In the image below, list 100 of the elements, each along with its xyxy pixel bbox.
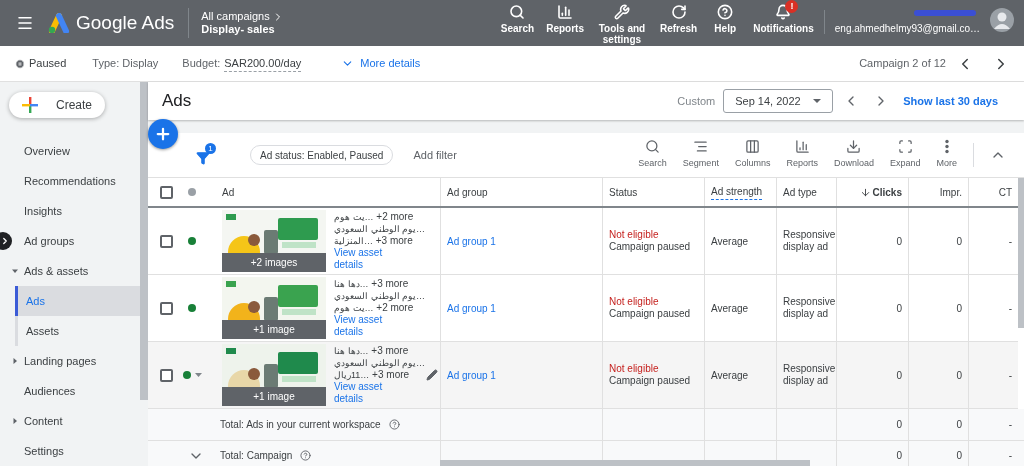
filter-icon[interactable] — [196, 151, 210, 165]
breadcrumb-link[interactable]: All campaigns — [201, 10, 270, 23]
vertical-scrollbar[interactable] — [1018, 178, 1024, 328]
table-cell-text: - — [1008, 368, 1012, 383]
table-cell-text: - — [1008, 301, 1012, 316]
chart-icon — [557, 4, 574, 20]
status-reason: Campaign paused — [609, 241, 692, 253]
columns-icon — [745, 139, 761, 155]
column-header[interactable]: Ad group — [447, 184, 488, 200]
status-text: Not eligible — [609, 296, 660, 308]
refresh-icon — [670, 4, 687, 20]
more-icon — [944, 139, 949, 155]
status-text: Not eligible — [609, 229, 660, 241]
date-dropdown[interactable]: Sep 14, 2022 — [723, 89, 834, 113]
table-cell-text: 0 — [956, 301, 962, 316]
column-header[interactable]: CT — [998, 184, 1012, 200]
sidebar-item[interactable]: Settings — [13, 436, 140, 466]
ad-group-link[interactable]: Ad group 1 — [447, 300, 496, 316]
nav-button[interactable]: Search — [494, 4, 541, 34]
table-cell-text: Average — [711, 301, 749, 316]
more-details-button[interactable]: More details — [341, 55, 421, 72]
checkbox[interactable] — [159, 234, 173, 248]
nav-button[interactable]: Help — [703, 4, 748, 34]
status-reason: Campaign paused — [609, 375, 692, 387]
toolbar-button[interactable]: Expand — [881, 139, 929, 171]
campaign-status: Paused — [29, 56, 67, 72]
column-header[interactable]: Status — [609, 184, 638, 200]
add-filter-button[interactable]: Add filter — [413, 146, 457, 164]
sidebar-item[interactable]: Audiences — [13, 376, 140, 406]
view-asset-link[interactable]: View asset details — [334, 247, 390, 271]
sort-arrow-icon — [859, 186, 871, 198]
sidebar-item[interactable]: Ad groups — [13, 226, 140, 256]
sidebar-item[interactable]: Landing pages — [13, 346, 140, 376]
search-icon — [509, 4, 526, 20]
table-cell-text: 0 — [896, 234, 902, 249]
help-icon[interactable] — [388, 419, 400, 430]
create-button[interactable]: Create — [9, 92, 105, 118]
sidebar-item[interactable]: Insights — [13, 196, 140, 226]
campaign-pager: Campaign 2 of 12 — [859, 56, 946, 72]
view-asset-link[interactable]: View asset details — [334, 314, 390, 338]
nav-button[interactable]: Reports — [540, 4, 590, 34]
menu-icon[interactable] — [16, 14, 34, 32]
budget-label: Budget: — [182, 56, 221, 72]
caret-icon — [813, 99, 822, 103]
ad-group-link[interactable]: Ad group 1 — [447, 367, 496, 383]
checkbox[interactable] — [159, 185, 173, 199]
show-last-link[interactable]: Show last 30 days — [903, 92, 998, 110]
status-reason: Campaign paused — [609, 308, 692, 320]
toolbar-button[interactable]: Reports — [778, 139, 826, 171]
table-cell: Responsive display ad — [783, 296, 836, 320]
avatar[interactable] — [990, 8, 1014, 32]
table-cell: Responsive display ad — [783, 229, 836, 253]
toolbar-button[interactable]: More — [928, 139, 965, 171]
sidebar-item[interactable]: Content — [13, 406, 140, 436]
checkbox[interactable] — [159, 301, 173, 315]
column-header[interactable]: Impr. — [939, 184, 962, 200]
column-header[interactable]: Ad strength — [711, 184, 763, 200]
sidebar-item[interactable]: Recommendations — [13, 166, 140, 196]
table-cell-text: - — [1008, 449, 1012, 463]
image-count-label: +1 image — [222, 387, 326, 406]
search-icon — [645, 139, 661, 155]
table-cell-text: 0 — [956, 234, 962, 249]
column-header[interactable]: Clicks — [872, 184, 902, 200]
view-asset-link[interactable]: View asset details — [334, 381, 390, 405]
toolbar-button[interactable]: Download — [825, 139, 882, 171]
table-cell-text: 0 — [956, 368, 962, 383]
help-icon — [717, 4, 734, 20]
toolbar-button[interactable]: Search — [630, 139, 675, 171]
table-cell-text: Average — [711, 234, 749, 249]
table-cell-text: 0 — [896, 368, 902, 383]
headline-text: …يوم الوطني السعودي — [334, 357, 425, 369]
table-cell-text: - — [1008, 234, 1012, 249]
campaign-type: Type: Display — [92, 56, 159, 72]
horizontal-scrollbar[interactable] — [440, 460, 810, 466]
toolbar-button[interactable]: Segment — [674, 139, 727, 171]
download-icon — [846, 139, 862, 155]
sidebar-item[interactable]: Ads & assets — [13, 256, 140, 286]
pause-icon — [15, 58, 25, 69]
wrench-icon — [613, 4, 630, 20]
filter-count: 1 — [205, 143, 216, 154]
page-title: Ads — [162, 90, 192, 113]
checkbox[interactable] — [159, 368, 173, 382]
toolbar-button[interactable]: Columns — [726, 139, 779, 171]
table-cell-text: 0 — [956, 418, 962, 432]
column-header[interactable]: Ad type — [783, 184, 817, 200]
lines-icon — [693, 139, 709, 155]
help-icon[interactable] — [300, 450, 312, 461]
chevron-right-icon — [0, 236, 10, 246]
account-email: eng.ahmedhelmy93@gmail.co… — [834, 22, 980, 36]
column-header[interactable]: Ad — [222, 184, 235, 200]
nav-button[interactable]: Tools and settings — [589, 4, 654, 45]
pencil-icon[interactable] — [426, 369, 438, 381]
nav-button[interactable]: Refresh — [653, 4, 704, 34]
sidebar-item[interactable]: Overview — [13, 136, 140, 166]
total-label: Total: Campaign — [220, 449, 293, 463]
sidebar-scrollbar[interactable] — [140, 82, 148, 400]
ad-group-link[interactable]: Ad group 1 — [447, 233, 496, 249]
caret-icon[interactable] — [194, 373, 202, 377]
budget-value[interactable]: SAR200.00/day — [224, 54, 302, 73]
logo-icon — [48, 13, 70, 33]
